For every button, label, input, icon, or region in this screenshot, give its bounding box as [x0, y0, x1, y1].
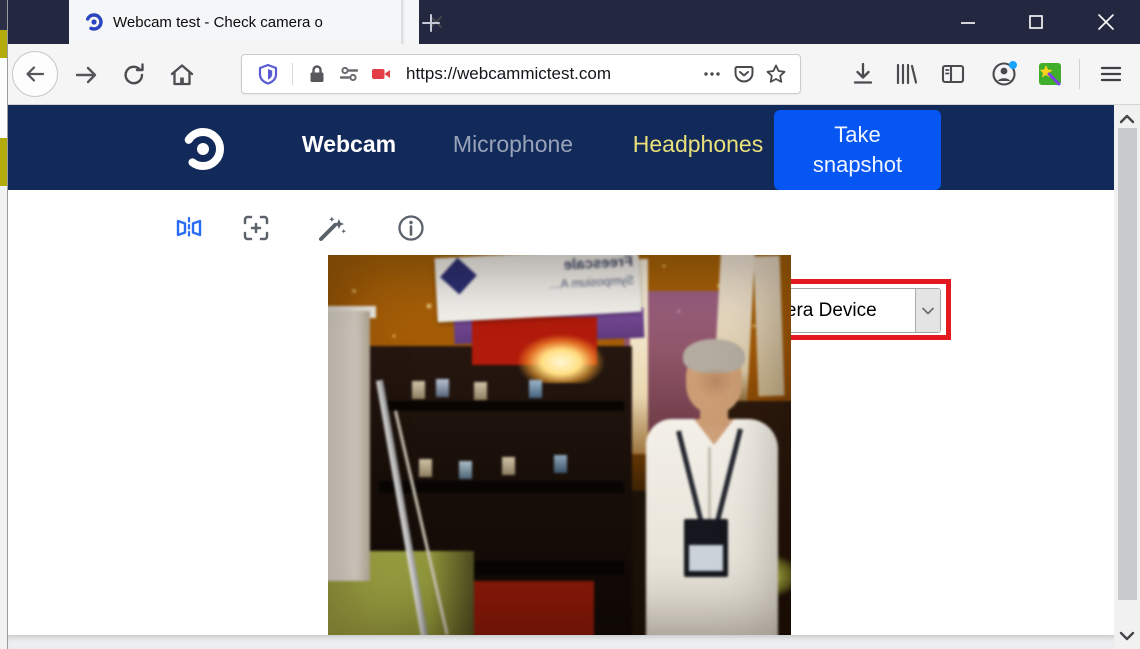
scroll-up-arrow[interactable]: [1117, 109, 1137, 129]
url-text[interactable]: https://webcammictest.com: [406, 64, 696, 84]
menu-hamburger-icon[interactable]: [1097, 60, 1125, 88]
page-bottom-strip: [8, 635, 1114, 649]
nav-headphones[interactable]: Headphones: [633, 131, 763, 158]
download-icon[interactable]: [849, 60, 877, 88]
extension-wand-icon[interactable]: [1036, 60, 1064, 88]
forward-icon[interactable]: [72, 61, 100, 89]
take-snapshot-button[interactable]: Take snapshot: [774, 110, 941, 190]
webcam-video: Freescale Symposium A…: [328, 255, 791, 635]
browser-window: Webcam test - Check camera o: [7, 0, 1140, 649]
webcam-lens-logo[interactable]: [180, 126, 226, 172]
center-focus-icon[interactable]: [241, 213, 271, 243]
minimize-icon[interactable]: [956, 10, 980, 34]
desktop-fragment: [0, 0, 7, 30]
browser-tab[interactable]: Webcam test - Check camera o: [69, 0, 401, 44]
navigation-toolbar: https://webcammictest.com: [8, 44, 1140, 105]
pocket-icon[interactable]: [733, 63, 755, 85]
nav-microphone[interactable]: Microphone: [453, 131, 573, 158]
video-vignette: [328, 255, 791, 635]
mirror-flip-icon[interactable]: [174, 213, 204, 243]
urlbar-divider: [292, 63, 293, 85]
home-icon[interactable]: [168, 61, 196, 89]
nav-webcam[interactable]: Webcam: [302, 131, 396, 158]
desktop-fragment: [0, 30, 7, 58]
tab-favicon-webcam-target-icon: [84, 12, 104, 32]
scroll-down-arrow[interactable]: [1117, 626, 1137, 646]
new-tab-icon: [420, 12, 442, 34]
back-icon: [22, 61, 48, 87]
lock-icon[interactable]: [306, 63, 328, 85]
close-window-icon[interactable]: [1094, 10, 1118, 34]
page-viewport: Webcam Microphone Headphones Take snapsh…: [8, 105, 1140, 649]
toolbar-divider: [1079, 59, 1080, 89]
maximize-icon[interactable]: [1024, 10, 1048, 34]
select-dropdown-button[interactable]: [915, 289, 940, 332]
info-icon[interactable]: [396, 213, 426, 243]
back-button[interactable]: [12, 51, 58, 97]
page-scrollbar[interactable]: [1114, 105, 1140, 649]
reload-icon[interactable]: [120, 61, 148, 89]
tracking-protection-shield-icon[interactable]: [257, 63, 279, 85]
webpage: Webcam Microphone Headphones Take snapsh…: [8, 105, 1114, 649]
chevron-down-icon: [921, 306, 935, 316]
tab-title: Webcam test - Check camera o: [113, 14, 353, 31]
tab-bar: Webcam test - Check camera o: [8, 0, 1140, 44]
desktop-fragment: [0, 138, 7, 186]
camera-active-icon[interactable]: [370, 63, 392, 85]
new-tab-button[interactable]: [410, 8, 452, 38]
bookmark-star-icon[interactable]: [765, 63, 787, 85]
scrollbar-thumb[interactable]: [1118, 128, 1137, 600]
magic-wand-icon[interactable]: [317, 213, 347, 243]
desktop-fragment: [0, 58, 7, 138]
video-controls-row: Virtual Camera Device: [8, 190, 1114, 255]
library-icon[interactable]: [892, 60, 920, 88]
page-actions-dots-icon[interactable]: [701, 63, 723, 85]
account-icon: [990, 60, 1018, 88]
account-button[interactable]: [990, 60, 1018, 88]
permissions-icon[interactable]: [338, 63, 360, 85]
site-header: Webcam Microphone Headphones Take snapsh…: [8, 105, 1114, 190]
desktop-edge-strip: [0, 0, 7, 649]
sidebar-icon[interactable]: [939, 60, 967, 88]
url-bar[interactable]: https://webcammictest.com: [241, 54, 801, 94]
